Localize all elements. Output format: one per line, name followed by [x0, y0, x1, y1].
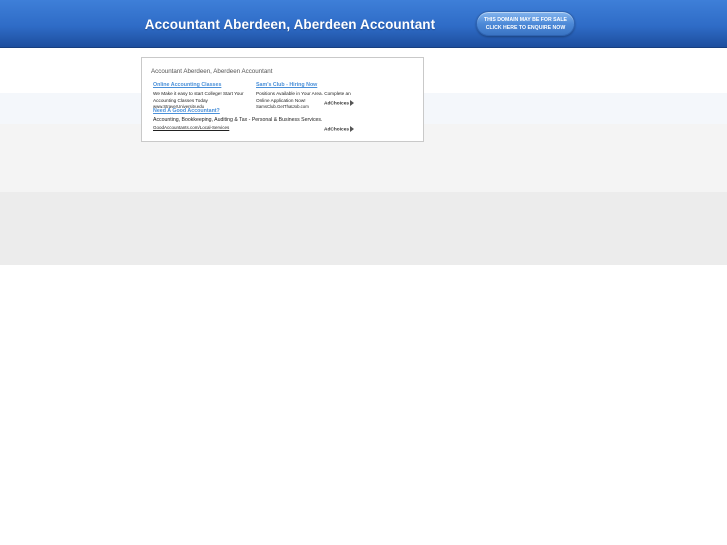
adchoices-label: AdChoices: [324, 127, 350, 133]
header-bar: Accountant Aberdeen, Aberdeen Accountant…: [0, 0, 727, 48]
ad-url[interactable]: GoodAccountants.com/Local-Services: [153, 124, 343, 131]
ad-description: Accounting, Bookkeeping, Auditing & Tax …: [153, 116, 323, 123]
domain-for-sale-button[interactable]: THIS DOMAIN MAY BE FOR SALE CLICK HERE T…: [476, 11, 575, 36]
sale-line-1: THIS DOMAIN MAY BE FOR SALE: [483, 17, 567, 23]
sale-line-2: CLICK HERE TO ENQUIRE NOW: [485, 25, 566, 31]
ad-box-title: Accountant Aberdeen, Aberdeen Accountant: [151, 68, 273, 75]
ad-headline-link[interactable]: Sam's Club - Hiring Now: [256, 82, 356, 88]
adchoices-link[interactable]: AdChoices: [324, 126, 355, 133]
ad-description: Positions Available in Your Area. Comple…: [256, 90, 351, 96]
background-band: [0, 192, 727, 265]
adchoices-icon: [350, 126, 355, 132]
adchoices-link[interactable]: AdChoices: [324, 100, 355, 107]
ad-item: Need A Good Accountant? Accounting, Book…: [153, 108, 343, 131]
ad-description: Accounting Classes Today: [153, 97, 208, 103]
ad-headline-link[interactable]: Online Accounting Classes: [153, 82, 253, 88]
ad-description: We Make it easy to start College! Start …: [153, 90, 244, 96]
ad-item: Online Accounting Classes We Make it eas…: [153, 82, 253, 108]
ad-headline-link[interactable]: Need A Good Accountant?: [153, 108, 343, 114]
ad-container: Accountant Aberdeen, Aberdeen Accountant…: [141, 57, 424, 142]
adchoices-icon: [350, 100, 355, 106]
adchoices-label: AdChoices: [324, 101, 350, 107]
ad-url[interactable]: www.StrayerUniversity.edu: [153, 104, 253, 108]
